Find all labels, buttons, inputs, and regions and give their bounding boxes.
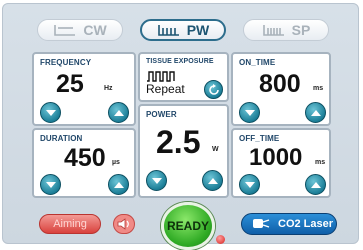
refresh-icon xyxy=(208,83,219,95)
on-time-panel: ON_TIME 800 ms xyxy=(231,52,331,126)
frequency-decrease-button[interactable] xyxy=(40,102,61,123)
off-time-unit: ms xyxy=(315,159,326,166)
tab-sp[interactable]: SP xyxy=(243,19,329,41)
pulse-train-icon xyxy=(147,71,175,82)
power-unit: W xyxy=(212,146,219,153)
frequency-value: 25 xyxy=(56,70,84,98)
power-title: POWER xyxy=(146,110,177,119)
power-panel: POWER 2.5 W xyxy=(138,104,229,198)
on-time-unit: ms xyxy=(313,85,324,92)
off-time-value: 1000 xyxy=(249,144,303,171)
power-value: 2.5 xyxy=(156,124,201,160)
tab-sp-label: SP xyxy=(291,22,311,38)
off-time-panel: OFF_TIME 1000 ms xyxy=(231,128,331,198)
tab-pw-label: PW xyxy=(186,22,210,38)
on-time-value: 800 xyxy=(259,70,301,98)
chevron-down-icon xyxy=(45,109,56,116)
chevron-up-icon xyxy=(113,181,124,188)
co2-laser-label: CO2 Laser xyxy=(278,218,334,230)
cw-wave-icon xyxy=(54,25,76,36)
duration-increase-button[interactable] xyxy=(108,174,129,195)
frequency-increase-button[interactable] xyxy=(108,102,129,123)
tab-cw-label: CW xyxy=(83,22,107,38)
frequency-unit: Hz xyxy=(104,85,113,92)
frequency-title: FREQUENCY xyxy=(40,58,92,67)
chevron-up-icon xyxy=(207,177,218,184)
chevron-up-icon xyxy=(310,181,321,188)
tissue-exposure-title: TISSUE EXPOSURE xyxy=(146,58,214,65)
laser-handpiece-icon xyxy=(253,219,270,228)
status-led xyxy=(216,235,225,244)
chevron-down-icon xyxy=(151,177,162,184)
tissue-exposure-mode: Repeat xyxy=(146,82,185,96)
chevron-up-icon xyxy=(113,109,124,116)
off-time-decrease-button[interactable] xyxy=(239,174,260,195)
tab-cw[interactable]: CW xyxy=(37,19,123,41)
duration-panel: DURATION 450 µs xyxy=(32,128,136,198)
chevron-down-icon xyxy=(244,109,255,116)
speaker-icon xyxy=(117,218,129,230)
chevron-up-icon xyxy=(310,109,321,116)
chevron-down-icon xyxy=(244,181,255,188)
duration-value: 450 xyxy=(64,144,106,172)
off-time-title: OFF_TIME xyxy=(239,134,280,143)
tissue-exposure-panel: TISSUE EXPOSURE Repeat xyxy=(138,52,229,102)
aiming-button[interactable]: Aiming xyxy=(39,214,101,234)
co2-laser-button[interactable]: CO2 Laser xyxy=(241,213,337,235)
duration-decrease-button[interactable] xyxy=(40,174,61,195)
aiming-label: Aiming xyxy=(53,218,87,230)
on-time-decrease-button[interactable] xyxy=(239,102,260,123)
off-time-increase-button[interactable] xyxy=(305,174,326,195)
laser-control-screen: CW PW SP FREQUENCY 25 Hz DURATION 450 µs xyxy=(2,3,359,250)
sound-button[interactable] xyxy=(113,214,135,234)
duration-unit: µs xyxy=(112,159,120,166)
pw-pulse-icon xyxy=(157,25,179,36)
tissue-exposure-toggle-button[interactable] xyxy=(204,80,223,99)
duration-title: DURATION xyxy=(40,134,83,143)
on-time-title: ON_TIME xyxy=(239,58,276,67)
power-increase-button[interactable] xyxy=(202,170,223,191)
on-time-increase-button[interactable] xyxy=(305,102,326,123)
frequency-panel: FREQUENCY 25 Hz xyxy=(32,52,136,126)
chevron-down-icon xyxy=(45,181,56,188)
tab-pw[interactable]: PW xyxy=(140,19,226,41)
sp-pulse-icon xyxy=(262,25,284,36)
ready-label: READY xyxy=(166,219,209,233)
power-decrease-button[interactable] xyxy=(146,170,167,191)
ready-button[interactable]: READY xyxy=(161,202,215,250)
